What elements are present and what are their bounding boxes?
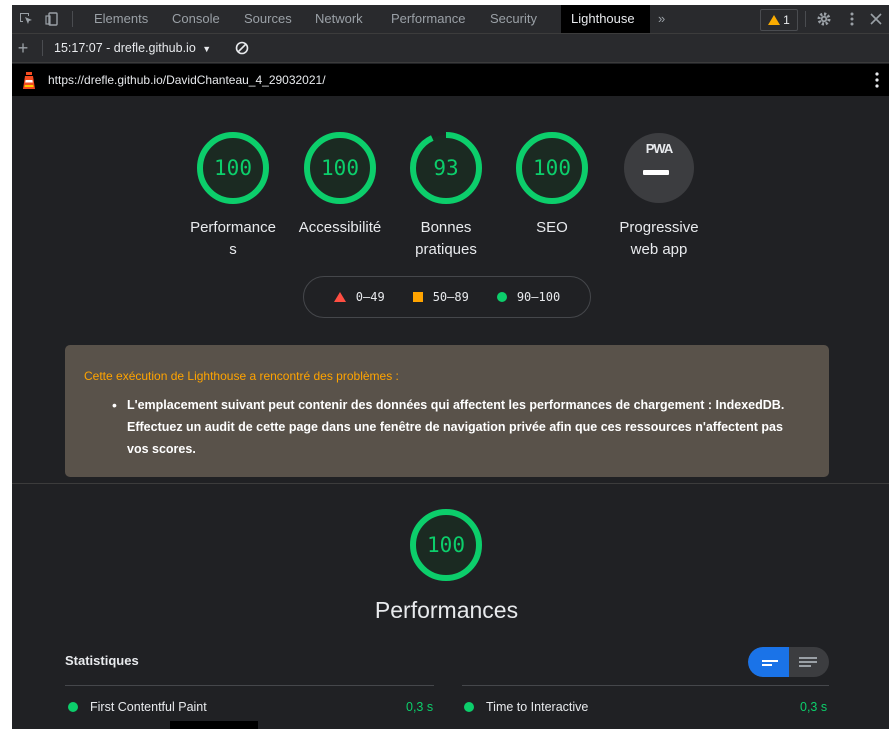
metric-name: Time to Interactive [486, 700, 589, 714]
more-tabs-button[interactable]: » [648, 5, 675, 33]
legend-average-label: 50–89 [432, 290, 469, 304]
gauge-ring: 100 [300, 128, 380, 208]
warning-count: 1 [783, 13, 790, 27]
legend-fail-label: 0–49 [355, 290, 385, 304]
chevron-down-icon: ▼ [202, 44, 212, 54]
report-selector-label: 15:17:07 - drefle.github.io [54, 41, 196, 55]
metric-name: First Contentful Paint [90, 700, 207, 714]
warning-item: L'emplacement suivant peut contenir des … [127, 398, 785, 456]
toolbar-divider [42, 40, 43, 56]
metric-time-to-interactive: Time to Interactive [464, 700, 588, 714]
tab-elements[interactable]: Elements [84, 5, 158, 33]
triangle-icon [333, 292, 346, 302]
run-warnings-box: Cette exécution de Lighthouse a rencontr… [65, 345, 829, 477]
score-value: 100 [321, 156, 359, 180]
pass-dot-icon [68, 702, 78, 712]
legend-pass-label: 90–100 [516, 290, 561, 304]
metric-divider [462, 685, 829, 686]
settings-gear-icon[interactable] [812, 5, 836, 33]
tab-security[interactable]: Security [480, 5, 547, 33]
close-icon[interactable] [866, 5, 886, 33]
warning-icon [768, 15, 781, 25]
score-value: 100 [214, 156, 252, 180]
devtools-tab-bar: Elements Console Sources Network Perform… [12, 5, 889, 34]
metrics-title: Statistiques [65, 653, 139, 668]
gauge-ring: 100 [193, 128, 273, 208]
gauge-ring: 93 [406, 128, 486, 208]
performance-gauge: 100 [406, 505, 486, 585]
warning-title: Cette exécution de Lighthouse a rencontr… [84, 369, 399, 383]
new-report-button[interactable]: + [12, 34, 34, 62]
report-selector[interactable]: 15:17:07 - drefle.github.io ▼ [46, 34, 219, 62]
warnings-counter[interactable]: 1 [760, 9, 798, 31]
gauge-label: Bonnes pratiques [415, 219, 477, 258]
performance-title: Performances [374, 597, 519, 623]
metric-value: 0,3 s [406, 700, 434, 714]
summary-view-button[interactable] [748, 647, 789, 677]
gauge-ring: 100 [512, 128, 592, 208]
metric-first-contentful-paint: First Contentful Paint [68, 700, 207, 714]
horizontal-scrollbar[interactable] [170, 721, 258, 729]
legend-average: 50–89 [412, 290, 469, 304]
tab-console[interactable]: Console [162, 5, 230, 33]
devtools-window: Elements Console Sources Network Perform… [12, 5, 889, 729]
inspect-element-icon[interactable] [14, 5, 38, 33]
metric-divider [65, 685, 434, 686]
toolbar-divider [805, 11, 806, 27]
report-url[interactable]: https://drefle.github.io/DavidChanteau_4… [48, 64, 326, 96]
pass-dot-icon [464, 702, 474, 712]
legend-pass: 90–100 [496, 290, 561, 304]
gauge-label: Progressive web app [619, 219, 699, 258]
square-icon [412, 292, 423, 302]
lines-icon [762, 660, 778, 662]
more-options-icon[interactable] [842, 5, 862, 33]
gauge-pwa[interactable]: PWA Progressive web app [594, 128, 724, 261]
report-menu-icon[interactable] [867, 66, 887, 94]
expanded-view-button[interactable] [789, 647, 829, 677]
tab-sources[interactable]: Sources [234, 5, 302, 33]
lines-icon [762, 664, 772, 666]
performance-score: 100 [427, 533, 465, 557]
bullet: • [112, 397, 117, 413]
pwa-badge: PWA [619, 128, 699, 208]
device-toolbar-icon[interactable] [40, 5, 64, 33]
legend-fail: 0–49 [333, 290, 385, 304]
metric-value: 0,3 s [800, 700, 828, 714]
metrics-view-toggle[interactable] [748, 647, 829, 677]
score-scale-legend: 0–49 50–89 90–100 [303, 276, 591, 318]
circle-icon [496, 292, 507, 302]
gauge-label: Performances [190, 219, 276, 258]
lines-icon [799, 665, 811, 667]
lines-icon [799, 661, 817, 663]
score-value: 93 [433, 156, 459, 180]
report-url-bar: https://drefle.github.io/DavidChanteau_4… [12, 64, 889, 96]
clear-reports-icon[interactable] [231, 34, 253, 62]
section-divider [12, 483, 889, 484]
lighthouse-logo-icon [22, 72, 36, 94]
pwa-badge-text: PWA [645, 141, 674, 156]
tab-performance[interactable]: Performance [381, 5, 475, 33]
lines-icon [799, 657, 817, 659]
tab-network[interactable]: Network [305, 5, 373, 33]
score-value: 100 [533, 156, 571, 180]
toolbar-divider [72, 11, 73, 27]
report-selector-bar: + 15:17:07 - drefle.github.io ▼ [12, 34, 889, 63]
tab-lighthouse[interactable]: Lighthouse [561, 5, 650, 33]
